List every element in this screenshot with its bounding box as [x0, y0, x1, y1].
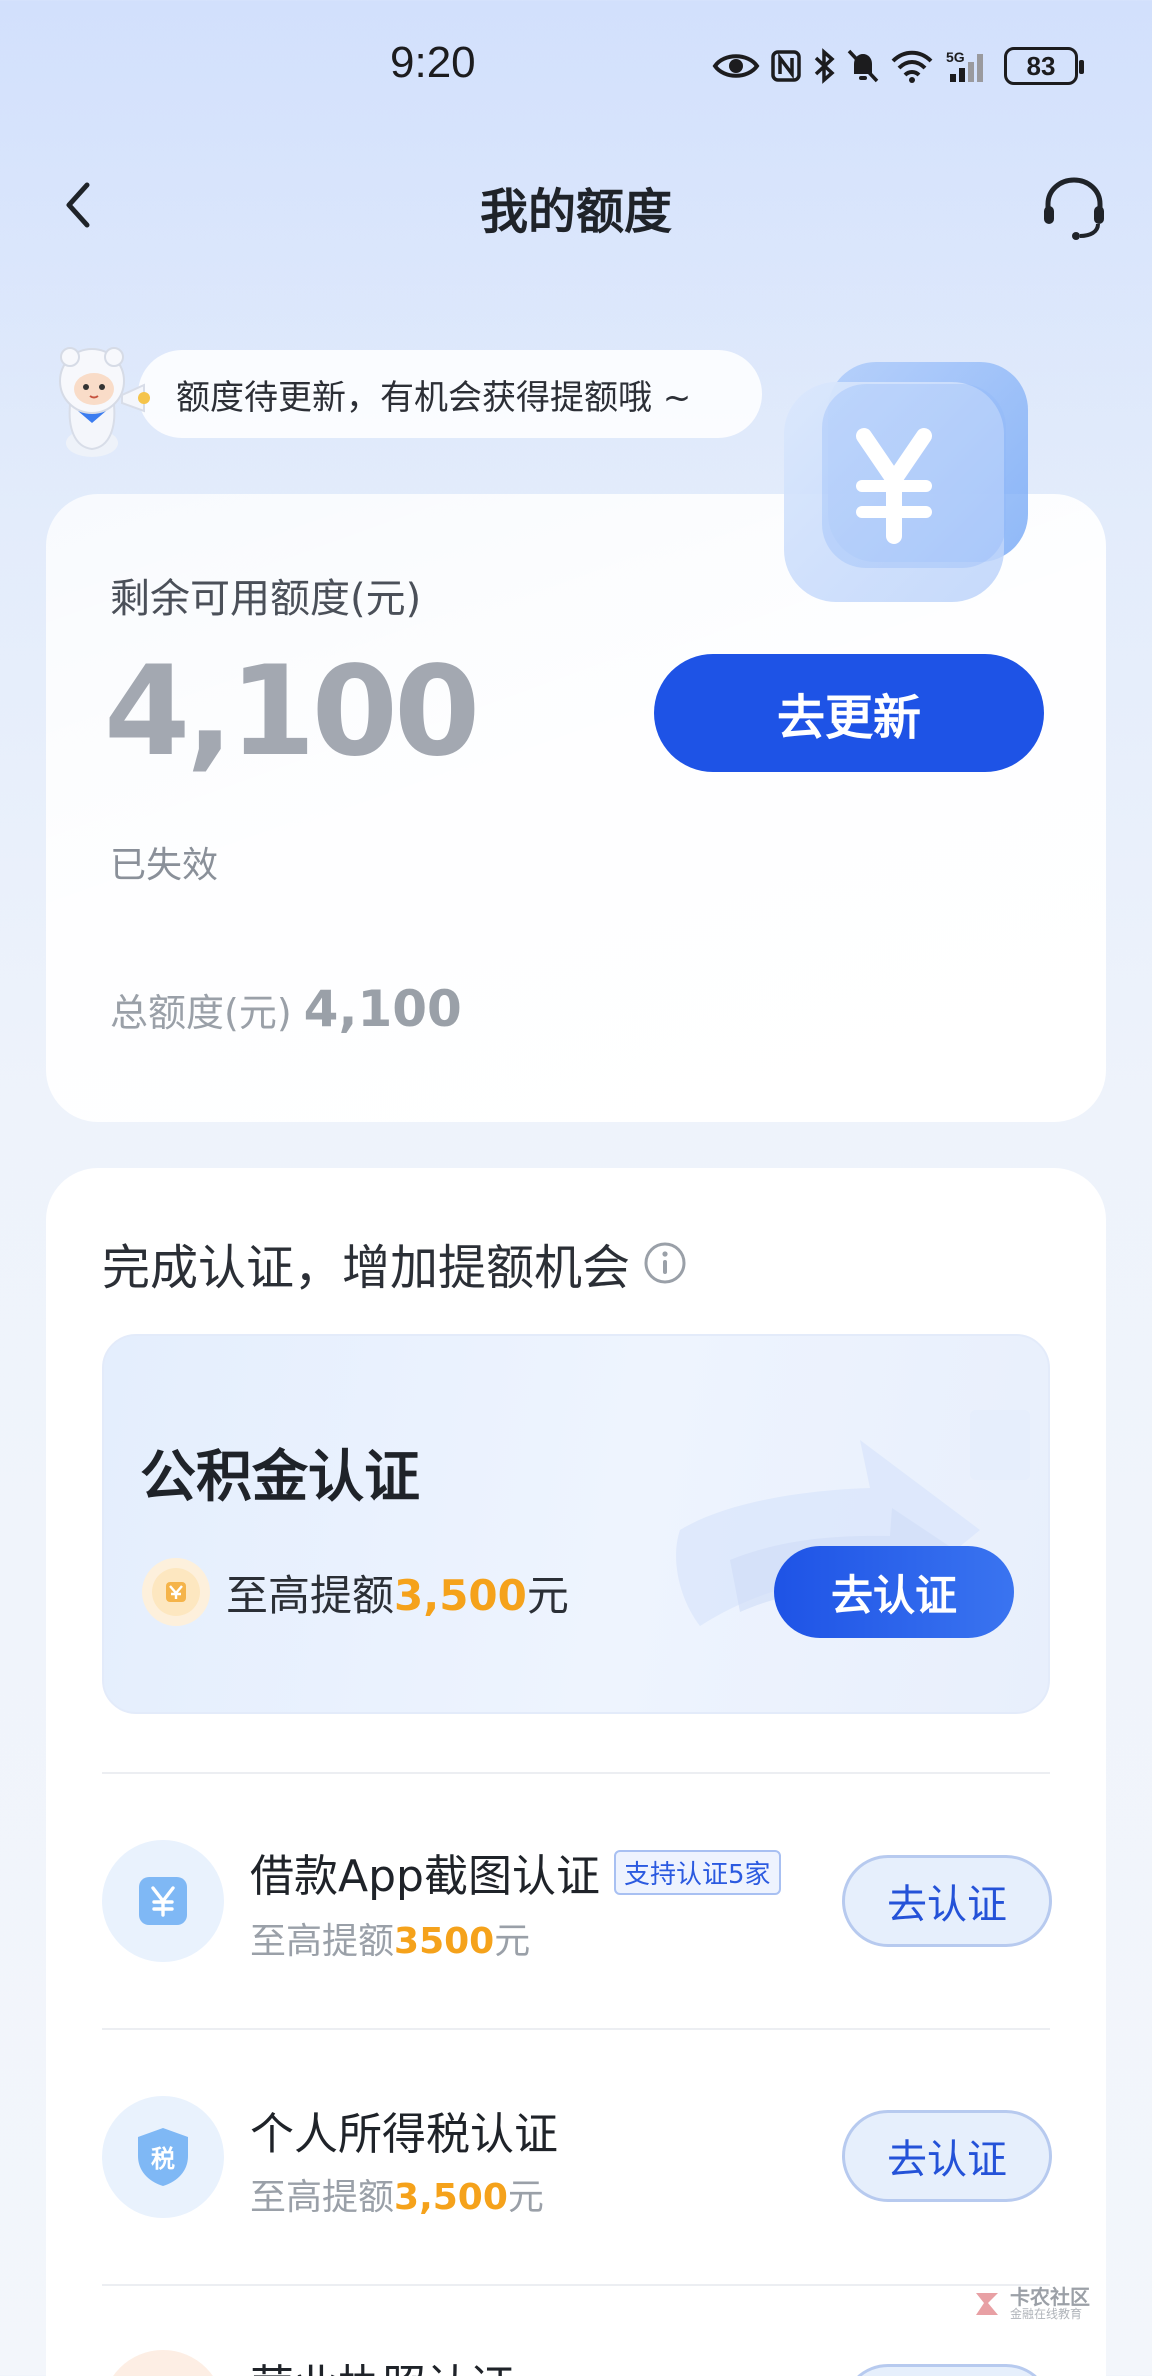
watermark-line1: 卡农社区 — [1010, 2285, 1090, 2310]
housing-fund-title: 公积金认证 — [140, 1445, 420, 1510]
headset-icon — [1044, 177, 1104, 240]
income-tax-verify-button[interactable]: 去认证 — [842, 2110, 1052, 2202]
auth-title-text: 完成认证，增加提额机会 — [102, 1240, 631, 1296]
loan-app-badge: 支持认证5家 — [613, 1849, 781, 1895]
nfc-icon — [771, 50, 801, 82]
mascot-image — [40, 335, 160, 460]
watermark-logo-icon — [976, 2293, 998, 2315]
watermark-line2: 金融在线教育 — [1010, 2307, 1083, 2322]
tax-icon-wrap: 税 — [102, 2096, 224, 2218]
tax-icon: 税 — [138, 2128, 188, 2186]
network-label: 5G — [946, 49, 965, 65]
mute-bell-icon — [847, 49, 879, 83]
coin-icon — [140, 1556, 212, 1628]
tip-bubble: 额度待更新，有机会获得提额哦 ~ — [138, 350, 762, 438]
credit-status: 已失效 — [110, 845, 219, 886]
loan-app-verify-button[interactable]: 去认证 — [842, 1855, 1052, 1947]
yen-icon — [139, 1877, 187, 1925]
income-tax-sub-suffix: 元 — [507, 2177, 544, 2218]
tip-text: 额度待更新，有机会获得提额哦 ~ — [176, 377, 692, 418]
wifi-icon — [891, 50, 933, 83]
loan-app-sub-suffix: 元 — [494, 1921, 531, 1962]
income-tax-auth-subtitle: 至高提额3,500元 — [250, 2168, 544, 2220]
divider — [102, 2284, 1050, 2286]
loan-app-sub-prefix: 至高提额 — [250, 1921, 395, 1962]
total-credit-amount: 4,100 — [303, 980, 462, 1038]
loan-app-sub-amount: 3500 — [394, 1921, 495, 1962]
income-tax-auth-title-text: 个人所得税认证 — [250, 2109, 558, 2160]
auth-section-title: 完成认证，增加提额机会 — [102, 1228, 688, 1298]
battery-indicator: 83 — [1004, 47, 1084, 85]
business-license-auth-title: 营业执照认证 — [250, 2350, 514, 2376]
bluetooth-icon — [814, 48, 835, 84]
fund-sub-suffix: 元 — [526, 1571, 569, 1620]
watermark: 卡农社区 金融在线教育 — [970, 2282, 1090, 2326]
status-time: 9:20 — [390, 38, 476, 87]
housing-fund-subtitle: 至高提额3,500元 — [226, 1562, 569, 1623]
update-credit-button[interactable]: 去更新 — [654, 654, 1044, 772]
business-license-verify-button[interactable] — [842, 2364, 1052, 2376]
loan-app-auth-title: 借款App截图认证 支持认证5家 — [250, 1840, 781, 1904]
customer-service-button[interactable] — [1034, 168, 1114, 248]
divider — [102, 1772, 1050, 1774]
income-tax-auth-title: 个人所得税认证 — [250, 2098, 558, 2162]
loan-app-icon-wrap — [102, 1840, 224, 1962]
total-credit: 总额度(元) 4,100 — [110, 980, 462, 1038]
info-icon[interactable] — [642, 1240, 688, 1286]
total-credit-label: 总额度(元) — [110, 991, 292, 1035]
signal-icon: 5G — [946, 49, 983, 82]
income-tax-sub-amount: 3,500 — [394, 2177, 508, 2218]
housing-fund-verify-button[interactable]: 去认证 — [774, 1546, 1014, 1638]
loan-app-auth-subtitle: 至高提额3500元 — [250, 1912, 530, 1964]
available-credit-label: 剩余可用额度(元) — [110, 576, 422, 622]
fund-sub-amount: 3,500 — [394, 1571, 527, 1620]
loan-app-auth-title-text: 借款App截图认证 — [250, 1851, 600, 1902]
tax-icon-label: 税 — [151, 2145, 175, 2173]
eye-icon — [712, 54, 760, 78]
arrow-decoration-icon — [640, 1380, 1050, 1710]
divider — [102, 2028, 1050, 2030]
status-icons: 5G 83 — [712, 44, 1092, 88]
fund-sub-prefix: 至高提额 — [226, 1571, 395, 1620]
available-credit-amount: 4,100 — [104, 640, 480, 784]
yen-cube-icon — [782, 360, 1032, 610]
business-license-auth-title-text: 营业执照认证 — [250, 2350, 514, 2376]
page-title: 我的额度 — [479, 184, 672, 240]
income-tax-sub-prefix: 至高提额 — [250, 2177, 395, 2218]
